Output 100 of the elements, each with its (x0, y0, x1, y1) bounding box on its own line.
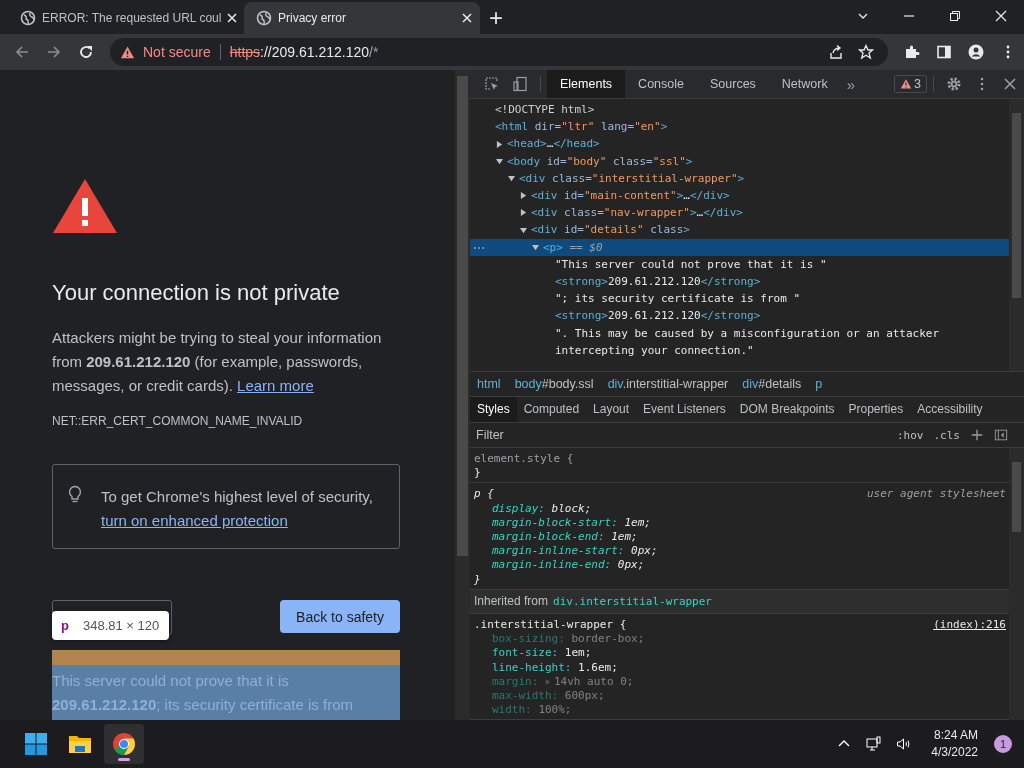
more-tabs-button[interactable]: » (840, 75, 862, 93)
plus-icon[interactable] (970, 428, 984, 442)
dom-node-text: <div class="nav-wrapper">…</div> (531, 205, 744, 222)
dom-row[interactable]: <head>…</head> (470, 135, 1009, 153)
dom-row[interactable]: <div class="nav-wrapper">…</div> (470, 204, 1009, 222)
styles-tab[interactable]: Layout (586, 397, 637, 422)
css-declaration: margin-inline-start: 0px; (492, 544, 658, 558)
inspect-icon[interactable] (484, 76, 500, 92)
reload-icon[interactable] (78, 44, 94, 60)
disclosure-triangle-icon[interactable] (508, 174, 515, 182)
sidebar-toggle-icon[interactable] (994, 428, 1008, 442)
inherited-label: Inherited from (474, 593, 549, 609)
devtools-tab[interactable]: Network (768, 70, 841, 98)
dom-row[interactable]: <div class="interstitial-wrapper"> (470, 169, 1009, 187)
dom-row[interactable]: <div id="main-content">…</div> (470, 187, 1009, 205)
page-heading: Your connection is not private (52, 280, 341, 306)
class-button[interactable]: .cls (933, 428, 960, 442)
breadcrumb[interactable]: html (477, 377, 501, 391)
closing-brace: } (474, 572, 482, 587)
devtools-tab[interactable]: Console (625, 70, 697, 98)
scrollbar[interactable] (1009, 99, 1024, 371)
browser-tab[interactable]: Privacy error (244, 2, 480, 34)
learn-more-link[interactable]: Learn more (237, 377, 314, 394)
star-icon[interactable] (858, 44, 874, 60)
device-icon[interactable] (512, 76, 528, 92)
close-icon[interactable] (227, 13, 238, 23)
dom-row[interactable]: <!DOCTYPE html> (470, 101, 1009, 119)
disclosure-triangle-icon[interactable] (496, 157, 503, 165)
disclosure-triangle-icon[interactable] (520, 209, 527, 217)
css-declaration: margin-inline-end: 0px; (492, 558, 645, 572)
warning-paragraph: Attackers might be trying to steal your information from 209.61.212.120 (for example, passwords, messages, or credit cards). Learn more (52, 328, 383, 396)
dom-row[interactable]: <html dir="ltr" lang="en"> (470, 118, 1009, 136)
styles-tab[interactable]: Styles (470, 397, 517, 422)
forward-icon[interactable] (46, 44, 62, 60)
notification-badge[interactable]: 1 (994, 735, 1012, 753)
back-icon[interactable] (14, 44, 30, 60)
address-bar[interactable]: Not secure https://209.61.212.120/* (110, 38, 888, 66)
styles-tab[interactable]: Event Listeners (636, 397, 733, 422)
taskbar-app[interactable] (104, 724, 144, 764)
dom-node-text: <html dir="ltr" lang="en"> (495, 119, 669, 136)
breadcrumb[interactable]: body#body.ssl (514, 377, 594, 391)
sidebar-icon[interactable] (936, 44, 952, 60)
profile-icon[interactable] (968, 44, 984, 60)
dom-node-text: <strong>209.61.212.120</strong> (555, 274, 762, 291)
share-icon[interactable] (828, 44, 844, 60)
rule-source[interactable]: (index):216 (933, 618, 1006, 633)
dom-node-text: <!DOCTYPE html> (495, 102, 596, 118)
network-icon[interactable] (866, 736, 883, 752)
protection-text: To get Chrome's highest level of security, turn on enhanced protection (101, 487, 374, 531)
dom-row[interactable]: "; its security certificate is from " (470, 290, 1009, 308)
dom-node-text: <head>…</head> (507, 136, 601, 153)
enhanced-protection-link[interactable]: turn on enhanced protection (101, 512, 288, 529)
disclosure-triangle-icon[interactable] (496, 140, 503, 148)
issues-badge[interactable]: 3 (894, 75, 927, 93)
dom-row[interactable]: <div id="details" class> (470, 221, 1009, 239)
warning-icon (120, 44, 135, 60)
dom-node-text: "This server could not prove that it is " (555, 256, 828, 273)
styles-tab[interactable]: Accessibility (910, 397, 990, 422)
dom-row[interactable]: <strong>209.61.212.120</strong> (470, 307, 1009, 325)
time-text: 8:24 AM (933, 727, 978, 744)
breadcrumb[interactable]: div#details (742, 377, 802, 391)
devtools-tab[interactable]: Elements (547, 70, 626, 98)
devtools-tab[interactable]: Sources (697, 70, 769, 98)
hover-state-button[interactable]: :hov (897, 428, 924, 442)
scrollbar[interactable] (1009, 448, 1024, 720)
breadcrumb[interactable]: div.interstitial-wrapper (607, 377, 729, 391)
dom-row[interactable]: "This server could not prove that it is " (470, 255, 1009, 274)
scrollbar[interactable] (455, 70, 470, 720)
tooltip-size: 348.81 × 120 (82, 618, 160, 633)
chrome-icon (112, 732, 136, 756)
disclosure-triangle-icon[interactable] (532, 243, 539, 251)
dom-row[interactable]: ". This may be caused by a misconfiguration or an attacker intercepting your connection." (470, 324, 1009, 360)
close-icon[interactable] (462, 13, 472, 23)
styles-tab[interactable]: Computed (516, 397, 587, 422)
settings-icon[interactable] (946, 76, 962, 92)
dom-node-text: "; its security certificate is from " (555, 291, 802, 308)
styles-tab[interactable]: DOM Breakpoints (732, 397, 842, 422)
browser-tab[interactable]: ERROR: The requested URL coul (8, 2, 244, 34)
restore-icon[interactable] (949, 10, 961, 22)
dom-row[interactable]: <strong>209.61.212.120</strong> (470, 273, 1009, 291)
breadcrumb[interactable]: p (815, 377, 823, 391)
css-selector: element.style { (474, 452, 574, 467)
ellipsis-icon[interactable] (473, 245, 485, 250)
dom-row[interactable]: <p> == $0 (470, 238, 1009, 256)
puzzle-icon[interactable] (904, 44, 920, 60)
disclosure-triangle-icon[interactable] (520, 226, 527, 234)
css-declaration: font-size: 1em; (492, 646, 592, 660)
speaker-icon[interactable] (896, 736, 913, 752)
disclosure-triangle-icon[interactable] (520, 192, 527, 200)
close-icon[interactable] (1002, 76, 1018, 92)
date-text: 4/3/2022 (931, 744, 978, 761)
close-icon[interactable] (995, 10, 1007, 22)
new-tab-button[interactable]: + (480, 2, 512, 34)
css-declaration: display: block; (492, 501, 592, 515)
dom-row[interactable]: <body id="body" class="ssl"> (470, 152, 1009, 170)
clock[interactable]: 8:24 AM 4/3/2022 (931, 727, 978, 761)
inherited-selector[interactable]: div.interstitial-wrapper (553, 594, 712, 610)
back-to-safety-button[interactable]: Back to safety (280, 600, 400, 633)
css-declaration: width: 100%; (492, 703, 572, 717)
styles-tab[interactable]: Properties (841, 397, 911, 422)
